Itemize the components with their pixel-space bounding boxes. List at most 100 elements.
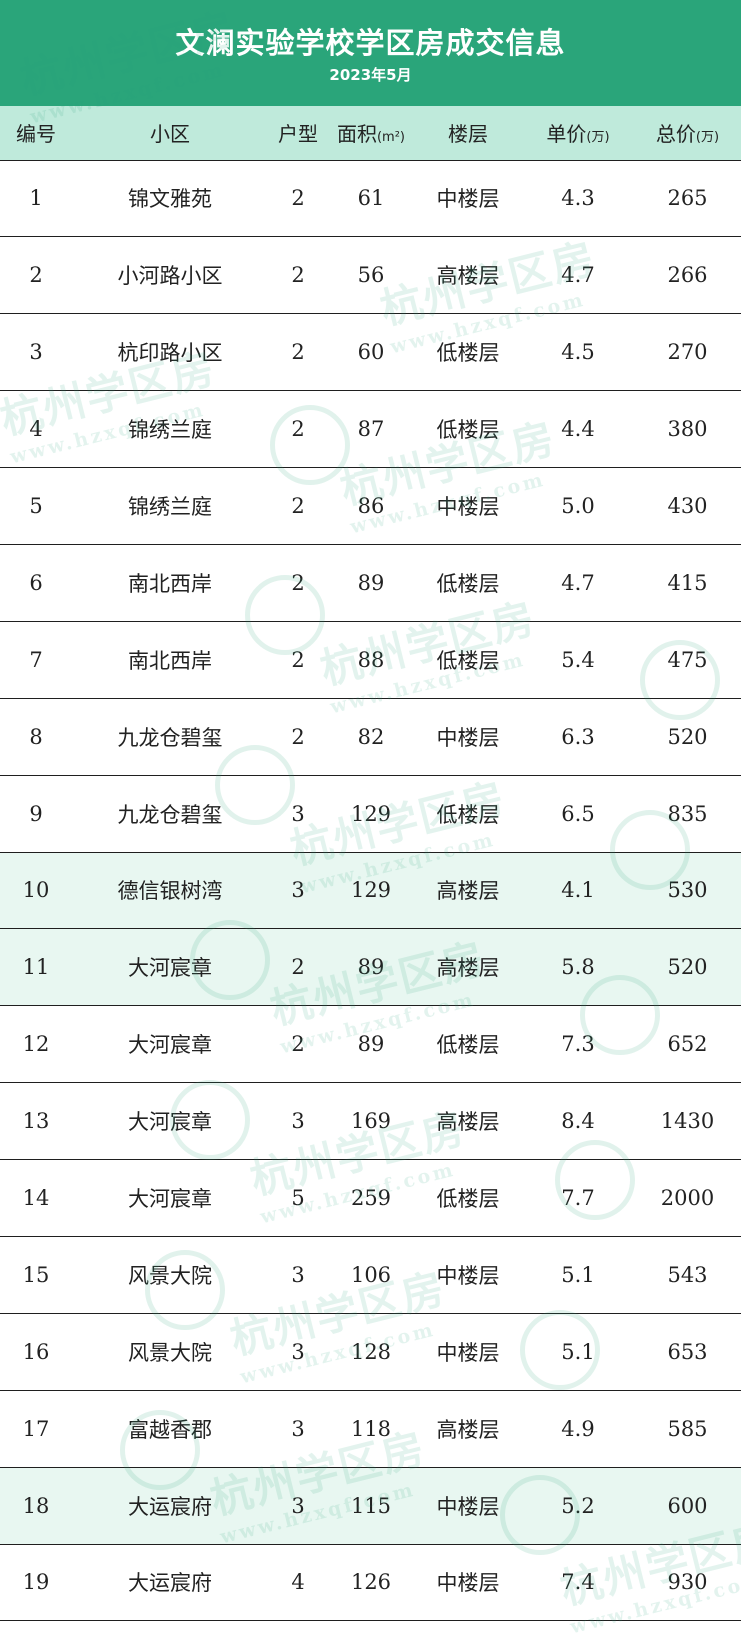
cell-area: 60 <box>328 313 414 392</box>
table-row: 1 锦文雅苑 2 61 中楼层 4.3 265 <box>0 160 741 238</box>
col-header-total-price: 总价(万) <box>634 106 741 161</box>
cell-unit-price: 4.1 <box>522 852 634 930</box>
page-subtitle: 2023年5月 <box>329 66 412 84</box>
cell-community: 小河路小区 <box>72 236 268 315</box>
table-row: 5 锦绣兰庭 2 86 中楼层 5.0 430 <box>0 467 741 545</box>
col-header-unit-price: 单价(万) <box>522 106 634 161</box>
cell-unit-price: 7.3 <box>522 1005 634 1084</box>
col-header-floor: 楼层 <box>414 106 522 161</box>
cell-unit-price: 4.7 <box>522 236 634 315</box>
cell-community: 杭印路小区 <box>72 313 268 392</box>
table-body: 1 锦文雅苑 2 61 中楼层 4.3 265 2 小河路小区 2 56 高楼层 4.7 266 3 杭印路小… <box>0 160 741 1622</box>
cell-layout: 3 <box>268 852 328 930</box>
cell-community: 德信银树湾 <box>72 852 268 930</box>
cell-area: 86 <box>328 467 414 545</box>
cell-total-price: 652 <box>634 1005 741 1084</box>
cell-layout: 3 <box>268 1082 328 1161</box>
cell-community: 大河宸章 <box>72 928 268 1007</box>
cell-total-price: 520 <box>634 928 741 1007</box>
cell-layout: 4 <box>268 1544 328 1622</box>
cell-unit-price: 4.3 <box>522 160 634 238</box>
table-row: 18 大运宸府 3 115 中楼层 5.2 600 <box>0 1467 741 1545</box>
cell-community: 九龙仓碧玺 <box>72 775 268 853</box>
cell-area: 128 <box>328 1313 414 1391</box>
cell-layout: 2 <box>268 390 328 469</box>
cell-unit-price: 6.5 <box>522 775 634 853</box>
cell-floor: 低楼层 <box>414 1005 522 1084</box>
cell-community: 风景大院 <box>72 1313 268 1391</box>
cell-floor: 低楼层 <box>414 1159 522 1237</box>
cell-area: 129 <box>328 852 414 930</box>
cell-floor: 中楼层 <box>414 1236 522 1314</box>
table-row: 4 锦绣兰庭 2 87 低楼层 4.4 380 <box>0 390 741 469</box>
cell-area: 118 <box>328 1390 414 1468</box>
cell-no: 17 <box>0 1390 72 1468</box>
cell-layout: 2 <box>268 698 328 776</box>
cell-floor: 低楼层 <box>414 313 522 392</box>
cell-total-price: 530 <box>634 852 741 930</box>
cell-total-price: 270 <box>634 313 741 392</box>
cell-total-price: 600 <box>634 1467 741 1545</box>
cell-area: 87 <box>328 390 414 469</box>
cell-layout: 3 <box>268 1467 328 1545</box>
cell-total-price: 266 <box>634 236 741 315</box>
table-row: 19 大运宸府 4 126 中楼层 7.4 930 <box>0 1544 741 1622</box>
col-header-no: 编号 <box>0 106 72 161</box>
table-row: 7 南北西岸 2 88 低楼层 5.4 475 <box>0 621 741 699</box>
cell-total-price: 430 <box>634 467 741 545</box>
cell-layout: 3 <box>268 1390 328 1468</box>
cell-community: 风景大院 <box>72 1236 268 1314</box>
page-header: 文澜实验学校学区房成交信息 2023年5月 <box>0 0 741 106</box>
cell-no: 14 <box>0 1159 72 1237</box>
cell-area: 129 <box>328 775 414 853</box>
cell-no: 11 <box>0 928 72 1007</box>
cell-community: 锦绣兰庭 <box>72 467 268 545</box>
cell-layout: 2 <box>268 236 328 315</box>
cell-no: 2 <box>0 236 72 315</box>
cell-community: 九龙仓碧玺 <box>72 698 268 776</box>
cell-layout: 2 <box>268 1005 328 1084</box>
cell-no: 13 <box>0 1082 72 1161</box>
cell-floor: 高楼层 <box>414 852 522 930</box>
table-row: 17 富越香郡 3 118 高楼层 4.9 585 <box>0 1390 741 1468</box>
cell-floor: 高楼层 <box>414 1082 522 1161</box>
cell-community: 大河宸章 <box>72 1159 268 1237</box>
cell-total-price: 415 <box>634 544 741 622</box>
cell-total-price: 543 <box>634 1236 741 1314</box>
cell-area: 88 <box>328 621 414 699</box>
cell-no: 8 <box>0 698 72 776</box>
cell-community: 南北西岸 <box>72 544 268 622</box>
cell-no: 19 <box>0 1544 72 1622</box>
cell-total-price: 930 <box>634 1544 741 1622</box>
cell-no: 15 <box>0 1236 72 1314</box>
cell-floor: 低楼层 <box>414 390 522 469</box>
cell-floor: 中楼层 <box>414 1313 522 1391</box>
cell-community: 锦绣兰庭 <box>72 390 268 469</box>
cell-unit-price: 4.5 <box>522 313 634 392</box>
table-header-row: 编号 小区 户型 面积(m²) 楼层 单价(万) 总价(万) <box>0 106 741 161</box>
cell-no: 4 <box>0 390 72 469</box>
cell-area: 169 <box>328 1082 414 1161</box>
cell-floor: 中楼层 <box>414 1467 522 1545</box>
cell-unit-price: 5.1 <box>522 1236 634 1314</box>
table-row: 15 风景大院 3 106 中楼层 5.1 543 <box>0 1236 741 1314</box>
cell-community: 大河宸章 <box>72 1082 268 1161</box>
cell-area: 56 <box>328 236 414 315</box>
cell-total-price: 475 <box>634 621 741 699</box>
cell-no: 18 <box>0 1467 72 1545</box>
col-header-layout: 户型 <box>268 106 328 161</box>
table-row: 13 大河宸章 3 169 高楼层 8.4 1430 <box>0 1082 741 1161</box>
cell-unit-price: 7.4 <box>522 1544 634 1622</box>
cell-unit-price: 6.3 <box>522 698 634 776</box>
cell-area: 115 <box>328 1467 414 1545</box>
cell-layout: 2 <box>268 467 328 545</box>
cell-total-price: 380 <box>634 390 741 469</box>
cell-no: 1 <box>0 160 72 238</box>
cell-no: 5 <box>0 467 72 545</box>
cell-community: 富越香郡 <box>72 1390 268 1468</box>
cell-layout: 3 <box>268 1236 328 1314</box>
cell-layout: 2 <box>268 928 328 1007</box>
cell-area: 61 <box>328 160 414 238</box>
cell-community: 大运宸府 <box>72 1467 268 1545</box>
col-header-area: 面积(m²) <box>328 106 414 161</box>
